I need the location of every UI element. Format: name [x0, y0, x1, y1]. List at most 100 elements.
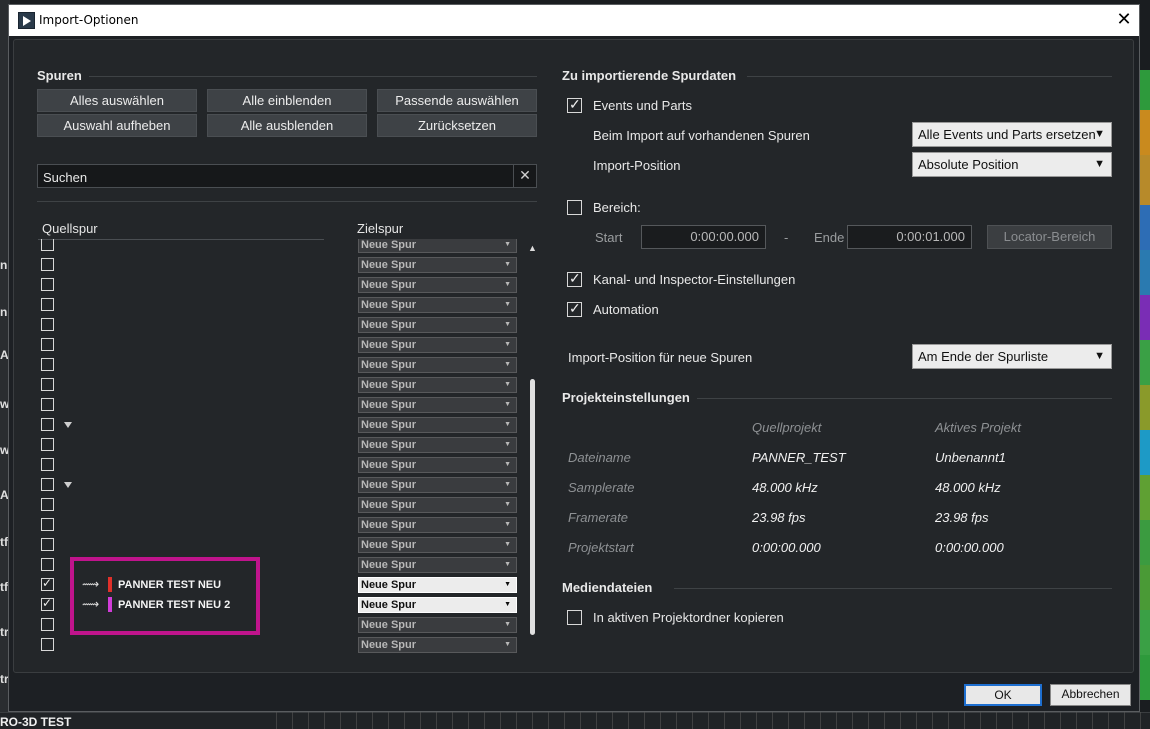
new-track-position-label: Import-Position für neue Spuren [568, 350, 753, 365]
folder-expand-icon[interactable] [64, 422, 72, 428]
range-checkbox[interactable] [567, 200, 582, 215]
target-track-select[interactable]: Neue Spur ▼ [358, 277, 517, 293]
target-track-select[interactable]: Neue Spur ▼ [358, 337, 517, 353]
track-checkbox[interactable] [41, 478, 54, 491]
target-track-select[interactable]: Neue Spur ▼ [358, 377, 517, 393]
target-track-select[interactable]: Neue Spur ▼ [358, 297, 517, 313]
track-row[interactable]: Neue Spur ▼ [38, 454, 528, 474]
reset-button[interactable]: Zurücksetzen [377, 114, 537, 137]
target-track-select[interactable]: Neue Spur ▼ [358, 357, 517, 373]
ok-button[interactable]: OK [964, 684, 1042, 706]
track-row[interactable]: Neue Spur ▼ [38, 334, 528, 354]
track-checkbox[interactable] [41, 576, 54, 591]
target-track-select[interactable]: Neue Spur ▼ [358, 317, 517, 333]
track-row[interactable]: Neue Spur ▼ [38, 414, 528, 434]
target-track-select[interactable]: Neue Spur ▼ [358, 637, 517, 653]
track-checkbox[interactable] [41, 518, 54, 531]
show-all-button[interactable]: Alle einblenden [207, 89, 367, 112]
chevron-down-icon: ▼ [504, 341, 511, 348]
target-track-select[interactable]: Neue Spur ▼ [358, 537, 517, 553]
import-position-label: Import-Position [593, 158, 681, 173]
target-track-select[interactable]: Neue Spur ▼ [358, 577, 517, 593]
track-checkbox[interactable] [41, 338, 54, 351]
track-checkbox[interactable] [41, 378, 54, 391]
start-field[interactable]: 0:00:00.000 [641, 225, 766, 249]
existing-tracks-label: Beim Import auf vorhandenen Spuren [593, 128, 810, 143]
target-track-select[interactable]: Neue Spur ▼ [358, 477, 517, 493]
target-track-select[interactable]: Neue Spur ▼ [358, 257, 517, 273]
track-checkbox[interactable] [41, 638, 54, 651]
copy-to-project-folder-checkbox[interactable] [567, 610, 582, 625]
track-checkbox[interactable] [41, 318, 54, 331]
track-checkbox[interactable] [41, 358, 54, 371]
track-checkbox[interactable] [41, 618, 54, 631]
track-row[interactable]: Neue Spur ▼ [38, 634, 528, 653]
chevron-down-icon: ▼ [504, 561, 511, 568]
chevron-down-icon: ▼ [504, 541, 511, 548]
target-track-select[interactable]: Neue Spur ▼ [358, 397, 517, 413]
target-track-select[interactable]: Neue Spur ▼ [358, 597, 517, 613]
track-checkbox[interactable] [41, 258, 54, 271]
track-checkbox[interactable] [41, 596, 54, 611]
existing-tracks-select[interactable]: Alle Events und Parts ersetzen ▼ [912, 122, 1112, 147]
track-row[interactable]: Neue Spur ▼ [38, 294, 528, 314]
target-track-select[interactable]: Neue Spur ▼ [358, 517, 517, 533]
track-row[interactable]: Neue Spur ▼ [38, 374, 528, 394]
scrollbar-thumb[interactable] [530, 379, 535, 635]
automation-checkbox[interactable] [567, 300, 582, 317]
track-row[interactable]: Neue Spur ▼ [38, 314, 528, 334]
track-checkbox[interactable] [41, 278, 54, 291]
track-row[interactable]: Neue Spur ▼ [38, 534, 528, 554]
track-checkbox[interactable] [41, 498, 54, 511]
track-checkbox[interactable] [41, 239, 54, 251]
target-track-value: Neue Spur [361, 459, 417, 471]
track-row[interactable]: Neue Spur ▼ [38, 474, 528, 494]
column-header-source[interactable]: Quellspur [42, 221, 98, 236]
channel-settings-checkbox[interactable] [567, 270, 582, 287]
target-track-select[interactable]: Neue Spur ▼ [358, 457, 517, 473]
scroll-up-icon[interactable]: ▲ [528, 243, 537, 253]
new-track-position-select[interactable]: Am Ende der Spurliste ▼ [912, 344, 1112, 369]
track-row[interactable]: Neue Spur ▼ [38, 494, 528, 514]
project-row-source: 23.98 fps [752, 510, 806, 525]
hide-all-button[interactable]: Alle ausblenden [207, 114, 367, 137]
target-track-select[interactable]: Neue Spur ▼ [358, 437, 517, 453]
deselect-button[interactable]: Auswahl aufheben [37, 114, 197, 137]
target-track-value: Neue Spur [361, 339, 417, 351]
end-label: Ende [814, 230, 845, 245]
end-field[interactable]: 0:00:01.000 [847, 225, 972, 249]
track-row[interactable]: Neue Spur ▼ [38, 239, 528, 254]
target-track-select[interactable]: Neue Spur ▼ [358, 497, 517, 513]
column-header-target[interactable]: Zielspur [357, 221, 403, 236]
target-track-select[interactable]: Neue Spur ▼ [358, 557, 517, 573]
clear-search-icon[interactable]: ✕ [513, 165, 536, 187]
track-checkbox[interactable] [41, 398, 54, 411]
target-track-select[interactable]: Neue Spur ▼ [358, 239, 517, 253]
track-row[interactable]: Neue Spur ▼ [38, 514, 528, 534]
track-row[interactable]: Neue Spur ▼ [38, 354, 528, 374]
track-list-scrollbar[interactable]: ▲ [528, 243, 538, 653]
select-matching-button[interactable]: Passende auswählen [377, 89, 537, 112]
target-track-select[interactable]: Neue Spur ▼ [358, 617, 517, 633]
events-parts-checkbox[interactable] [567, 96, 582, 113]
locator-range-button[interactable]: Locator-Bereich [987, 225, 1112, 249]
select-all-button[interactable]: Alles auswählen [37, 89, 197, 112]
track-row[interactable]: Neue Spur ▼ [38, 254, 528, 274]
cancel-button[interactable]: Abbrechen [1050, 684, 1131, 706]
search-input[interactable] [43, 168, 503, 186]
track-checkbox[interactable] [41, 538, 54, 551]
track-checkbox[interactable] [41, 558, 54, 571]
close-icon[interactable]: ✕ [1113, 9, 1135, 31]
track-checkbox[interactable] [41, 418, 54, 431]
background-track-fragment: n [0, 305, 8, 319]
folder-expand-icon[interactable] [64, 482, 72, 488]
track-row[interactable]: Neue Spur ▼ [38, 434, 528, 454]
project-row-active: 23.98 fps [935, 510, 989, 525]
track-checkbox[interactable] [41, 438, 54, 451]
track-checkbox[interactable] [41, 458, 54, 471]
target-track-select[interactable]: Neue Spur ▼ [358, 417, 517, 433]
track-row[interactable]: Neue Spur ▼ [38, 274, 528, 294]
import-position-select[interactable]: Absolute Position ▼ [912, 152, 1112, 177]
track-row[interactable]: Neue Spur ▼ [38, 394, 528, 414]
track-checkbox[interactable] [41, 298, 54, 311]
